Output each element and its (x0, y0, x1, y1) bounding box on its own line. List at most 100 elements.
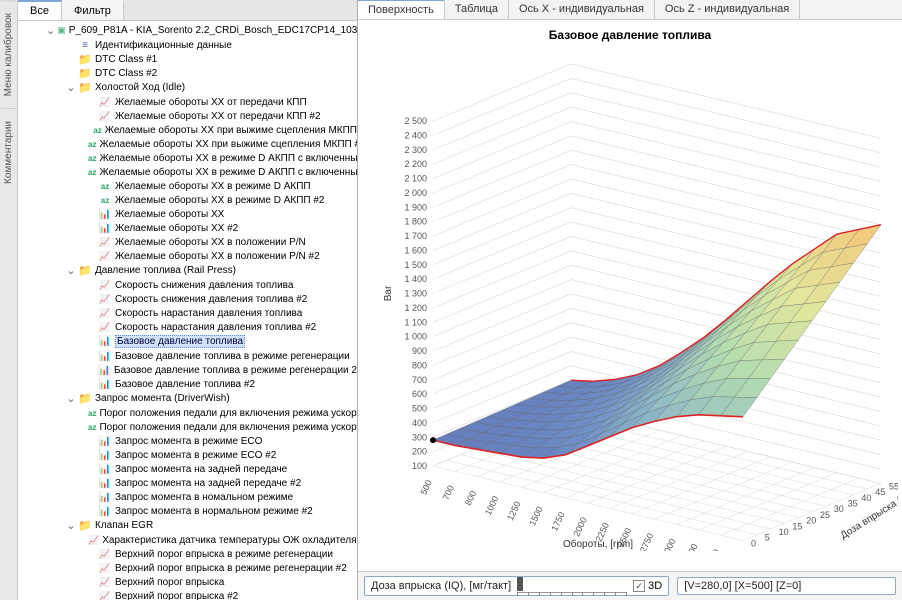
svg-text:10: 10 (779, 527, 789, 537)
svg-text:100: 100 (412, 461, 427, 471)
vtab-calibrations[interactable]: Меню калибровок (1, 0, 16, 108)
az-icon: аz (88, 138, 96, 150)
svg-text:1 700: 1 700 (404, 231, 427, 241)
svg-text:2 300: 2 300 (404, 145, 427, 155)
tree-item[interactable]: 📈Желаемые обороты XX в положении P/N #2 (18, 249, 357, 263)
tree-twisty-icon[interactable]: ⌄ (46, 24, 55, 37)
tree-item[interactable]: аzЖелаемые обороты XX при выжиме сцеплен… (18, 123, 357, 137)
status-readout: [V=280,0] [X=500] [Z=0] (677, 577, 896, 595)
tree-item[interactable]: 📊Желаемые обороты XX (18, 207, 357, 221)
m3d-icon: 📊 (98, 364, 111, 376)
svg-text:15: 15 (792, 521, 802, 531)
m3d-icon: 📊 (98, 491, 112, 503)
surface-chart[interactable]: 1002003004005006007008009001 0001 1001 2… (358, 46, 902, 571)
tree-item[interactable]: ⌄▣P_609_P81A - KIA_Sorento 2.2_CRDi_Bosc… (18, 23, 357, 38)
tab-axis-z[interactable]: Ось Z - индивидуальная (655, 0, 800, 19)
tree-item-label: Запрос момента на задней передаче (115, 464, 287, 475)
tree-item[interactable]: аzПорог положения педали для включения р… (18, 420, 357, 434)
tree-item[interactable]: 📈Верхний порог впрыска в режиме регенера… (18, 547, 357, 561)
tree-item[interactable]: ⌄📁Запрос момента (DriverWish) (18, 391, 357, 406)
tree-item[interactable]: 📈Верхний порог впрыска в режиме регенера… (18, 561, 357, 575)
tree-item[interactable]: ⌄📁Давление топлива (Rail Press) (18, 263, 357, 278)
tree-item-label: Желаемые обороты XX в режиме D АКПП (115, 181, 311, 192)
c2d-icon: 📈 (98, 96, 112, 108)
m3d-icon: 📊 (98, 449, 112, 461)
tree-item[interactable]: 📈Желаемые обороты XX от передачи КПП (18, 95, 357, 109)
tree-item[interactable]: ⌄📁Клапан EGR (18, 518, 357, 533)
svg-text:1 800: 1 800 (404, 217, 427, 227)
c2d-icon: 📈 (98, 279, 112, 291)
svg-text:900: 900 (412, 346, 427, 356)
tree-item-label: Желаемые обороты XX в положении P/N (115, 237, 306, 248)
tree-item[interactable]: 📁DTC Class #1 (18, 52, 357, 66)
calibration-tree[interactable]: ⌄▣P_609_P81A - KIA_Sorento 2.2_CRDi_Bosc… (18, 21, 357, 600)
tree-item[interactable]: 📊Желаемые обороты XX #2 (18, 221, 357, 235)
tree-item[interactable]: 📊Запрос момента в режиме ECO (18, 434, 357, 448)
svg-text:45: 45 (875, 487, 885, 497)
tree-item[interactable]: 📈Желаемые обороты XX в положении P/N (18, 235, 357, 249)
tree-item[interactable]: 📈Характеристика датчика температуры ОЖ о… (18, 533, 357, 547)
tree-item[interactable]: 📊Запрос момента на задней передаче (18, 462, 357, 476)
svg-text:1 500: 1 500 (404, 260, 427, 270)
tree-item[interactable]: 📊Базовое давление топлива #2 (18, 377, 357, 391)
tree-item[interactable]: аzЖелаемые обороты XX в режиме D АКПП с … (18, 165, 357, 179)
tree-item[interactable]: 📊Запрос момента на задней передаче #2 (18, 476, 357, 490)
tree-item[interactable]: 📊Базовое давление топлива в режиме реген… (18, 363, 357, 377)
tree-item[interactable]: 📁DTC Class #2 (18, 66, 357, 80)
tree-twisty-icon[interactable]: ⌄ (66, 81, 76, 94)
c2d-icon: 📈 (98, 250, 112, 262)
tree-item[interactable]: аzЖелаемые обороты XX при выжиме сцеплен… (18, 137, 357, 151)
tree-twisty-icon[interactable]: ⌄ (66, 519, 76, 532)
tree-item[interactable]: 📈Верхний порог впрыска (18, 575, 357, 589)
tree-item[interactable]: аzЖелаемые обороты XX в режиме D АКПП (18, 179, 357, 193)
vtab-comments[interactable]: Комментарии (1, 108, 16, 196)
m3d-icon: 📊 (98, 336, 112, 348)
tree-item[interactable]: аzЖелаемые обороты XX в режиме D АКПП #2 (18, 193, 357, 207)
m3d-icon: 📊 (98, 477, 112, 489)
tree-tab-filter[interactable]: Фильтр (62, 0, 124, 20)
checkbox-3d[interactable]: ✓ 3D (633, 580, 662, 592)
tree-item-label: Верхний порог впрыска (115, 577, 224, 588)
az-icon: аz (98, 180, 112, 192)
az-icon: аz (93, 124, 101, 136)
svg-text:55: 55 (889, 481, 898, 491)
tab-surface[interactable]: Поверхность (358, 0, 445, 19)
tree-item[interactable]: ⌄📁Холостой Ход (Idle) (18, 80, 357, 95)
tree-item-label: Скорость снижения давления топлива #2 (115, 294, 307, 305)
tree-item[interactable]: 📊Запрос момента в режиме ECO #2 (18, 448, 357, 462)
tree-item-label: Характеристика датчика температуры ОЖ ох… (102, 535, 357, 546)
svg-text:2 400: 2 400 (404, 130, 427, 140)
tree-item[interactable]: 📊Запрос момента в номальном режиме (18, 490, 357, 504)
svg-text:1 000: 1 000 (404, 332, 427, 342)
tree-item[interactable]: 📈Скорость нарастания давления топлива (18, 306, 357, 320)
tree-item[interactable]: 📊Базовое давление топлива (18, 334, 357, 349)
svg-text:25: 25 (820, 510, 830, 520)
tree-item[interactable]: 📈Скорость снижения давления топлива #2 (18, 292, 357, 306)
tree-tab-all[interactable]: Все (18, 0, 62, 20)
c2d-icon: 📈 (98, 548, 112, 560)
tree-item[interactable]: аzЖелаемые обороты XX в режиме D АКПП с … (18, 151, 357, 165)
chart-title: Базовое давление топлива (358, 20, 902, 46)
tree-twisty-icon[interactable]: ⌄ (66, 264, 76, 277)
tree-item[interactable]: аzПорог положения педали для включения р… (18, 406, 357, 420)
iq-slider[interactable] (517, 579, 627, 593)
c2d-icon: 📈 (98, 590, 112, 600)
tab-axis-x[interactable]: Ось X - индивидуальная (509, 0, 655, 19)
svg-text:2750: 2750 (638, 532, 656, 551)
tree-item[interactable]: 📈Желаемые обороты XX от передачи КПП #2 (18, 109, 357, 123)
tree-item[interactable]: 📊Базовое давление топлива в режиме реген… (18, 349, 357, 363)
tab-table[interactable]: Таблица (445, 0, 509, 19)
tree-item-label: Желаемые обороты XX при выжиме сцепления… (99, 139, 357, 150)
tree-item-label: Запрос момента на задней передаче #2 (115, 478, 301, 489)
tree-item[interactable]: 📈Скорость снижения давления топлива (18, 278, 357, 292)
tree-item-label: Запрос момента в режиме ECO (115, 436, 262, 447)
tree-item[interactable]: 📈Скорость нарастания давления топлива #2 (18, 320, 357, 334)
tree-item[interactable]: ≡Идентификационные данные (18, 38, 357, 52)
svg-text:2000: 2000 (571, 516, 589, 538)
tree-item[interactable]: 📈Верхний порог впрыска #2 (18, 589, 357, 600)
tree-item[interactable]: 📊Запрос момента в нормальном режиме #2 (18, 504, 357, 518)
svg-text:30: 30 (834, 504, 844, 514)
tree-item-label: Идентификационные данные (95, 40, 232, 51)
tree-twisty-icon[interactable]: ⌄ (66, 392, 76, 405)
c2d-icon: 📈 (98, 562, 112, 574)
